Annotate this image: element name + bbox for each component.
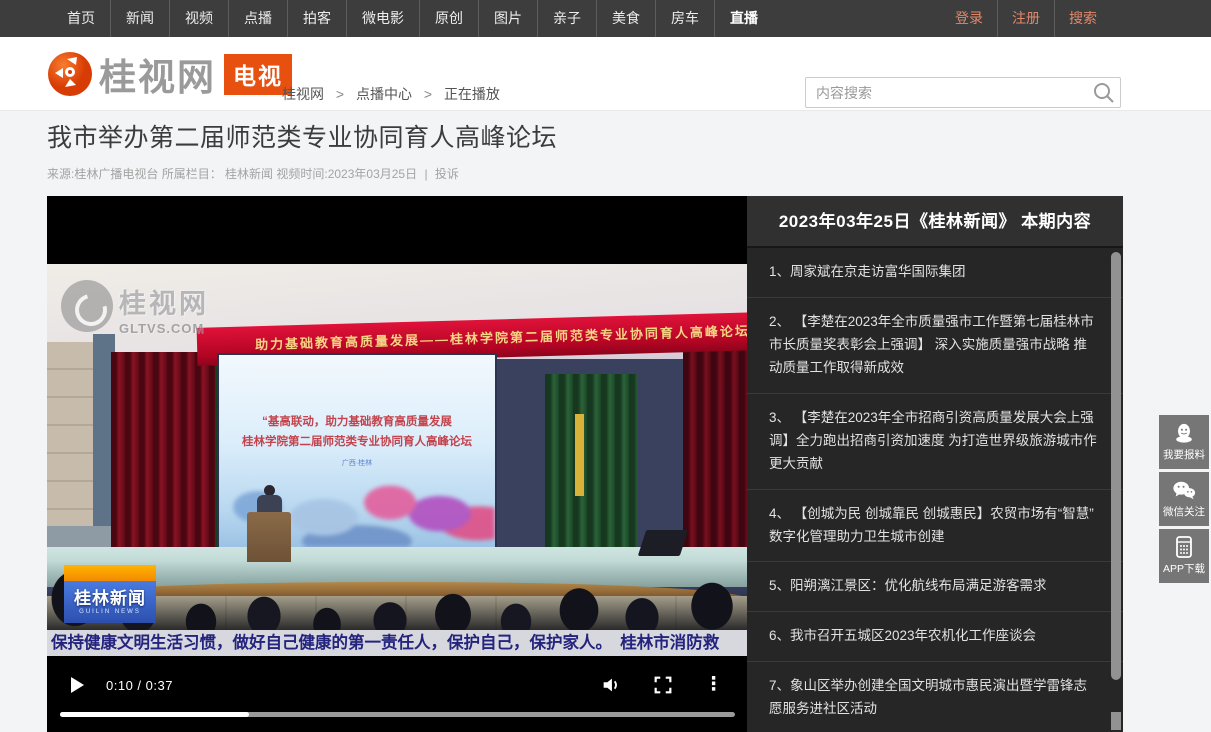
meta-column: 所属栏目： 桂林新闻 [162, 167, 273, 181]
search-icon[interactable] [1091, 80, 1117, 106]
progress-bar[interactable] [60, 712, 735, 717]
playlist-item[interactable]: 3、 【李楚在2023年全市招商引资高质量发展大会上强调】全力跑出招商引资加速度… [747, 394, 1123, 490]
breadcrumb-now-playing: 正在播放 [444, 86, 500, 102]
time-display: 0:10 / 0:37 [106, 678, 173, 693]
nav-account-link[interactable]: 注册 [997, 0, 1054, 37]
more-options-icon[interactable]: ⋮ [704, 674, 723, 696]
report-label: 我要报料 [1163, 447, 1205, 462]
nav-account-links: 登录注册搜索 [941, 0, 1111, 37]
nav-item[interactable]: 拍客 [287, 0, 346, 37]
news-logo-title: 桂林新闻 [64, 584, 156, 609]
playlist-item[interactable]: 4、 【创城为民 创城靠民 创城惠民】农贸市场有“智慧” 数字化管理助力卫生城市… [747, 490, 1123, 563]
nav-account-link[interactable]: 搜索 [1054, 0, 1111, 37]
playlist-item[interactable]: 2、 【李楚在2023年全市质量强市工作暨第七届桂林市市长质量奖表彰会上强调】 … [747, 298, 1123, 394]
playlist-item[interactable]: 7、象山区举办创建全国文明城市惠民演出暨学雷锋志愿服务进社区活动 [747, 662, 1123, 732]
nav-item[interactable]: 点播 [228, 0, 287, 37]
video-subtitle: 保持健康文明生活习惯，做好自己健康的第一责任人，保护自己，保护家人。 桂林市消防… [47, 630, 747, 656]
wechat-label: 微信关注 [1163, 504, 1205, 519]
video-player[interactable]: 助力基础教育高质量发展——桂林学院第二届师范类专业协同育人高峰论坛 “基高联动，… [47, 196, 747, 732]
site-logo[interactable]: 桂视网 电视 [47, 47, 292, 101]
nav-menu: 首页新闻视频点播拍客微电影原创图片亲子美食房车直播 [52, 0, 773, 37]
watermark-title: 桂视网 [119, 282, 209, 321]
nav-item[interactable]: 首页 [52, 0, 110, 37]
main-content: 助力基础教育高质量发展——桂林学院第二届师范类专业协同育人高峰论坛 “基高联动，… [47, 196, 1123, 732]
floating-toolbar: 我要报料 微信关注 APP下载 [1159, 415, 1209, 586]
search-input[interactable] [806, 85, 1091, 101]
nav-item[interactable]: 美食 [596, 0, 655, 37]
breadcrumb-home[interactable]: 桂视网 [282, 86, 324, 102]
nav-item[interactable]: 房车 [655, 0, 714, 37]
nav-account-link[interactable]: 登录 [941, 0, 997, 37]
breadcrumb-separator: > [424, 86, 432, 102]
fullscreen-icon[interactable] [652, 674, 674, 696]
screen-subtitle: 广西·桂林 [219, 458, 495, 468]
page-title: 我市举办第二届师范类专业协同育人高峰论坛 [47, 118, 1123, 154]
report-button[interactable]: 我要报料 [1159, 415, 1209, 469]
nav-item[interactable]: 亲子 [537, 0, 596, 37]
scrollbar-thumb-bottom[interactable] [1111, 712, 1121, 730]
nav-item[interactable]: 直播 [714, 0, 773, 37]
logo-icon [47, 51, 93, 97]
meta-time: 视频时间:2023年03月25日 [276, 167, 417, 181]
meta-source: 来源:桂林广播电视台 [47, 167, 158, 181]
scrollbar-thumb[interactable] [1111, 252, 1121, 680]
site-header: 桂视网 电视 桂视网 > 点播中心 > 正在播放 [0, 37, 1211, 111]
news-logo-subtitle: GUILIN NEWS [64, 609, 156, 615]
play-button[interactable] [71, 677, 84, 693]
meta-separator: | [424, 167, 427, 181]
playlist-item[interactable]: 1、周家斌在京走访富华国际集团 [747, 248, 1123, 298]
playlist: 1、周家斌在京走访富华国际集团2、 【李楚在2023年全市质量强市工作暨第七届桂… [747, 248, 1123, 732]
breadcrumb-vod-center[interactable]: 点播中心 [356, 86, 412, 102]
breadcrumb-separator: > [336, 86, 344, 102]
breadcrumb: 桂视网 > 点播中心 > 正在播放 [282, 84, 500, 104]
app-download-label: APP下载 [1163, 561, 1205, 576]
playlist-sidebar: 2023年03年25日《桂林新闻》 本期内容 1、周家斌在京走访富华国际集团2、… [747, 196, 1123, 732]
watermark-domain: GLTVS.COM [119, 321, 209, 336]
logo-text: 桂视网 [99, 47, 216, 101]
article-meta: 来源:桂林广播电视台 所属栏目： 桂林新闻 视频时间:2023年03月25日 |… [47, 165, 1123, 182]
news-logo-orange-bar [64, 565, 156, 581]
content-search [805, 77, 1121, 108]
qq-icon [1173, 422, 1195, 444]
station-watermark: 桂视网 GLTVS.COM [61, 280, 209, 336]
screen-title: “基高联动，助力基础教育高质量发展 桂林学院第二届师范类专业协同育人高峰论坛 [219, 413, 495, 452]
sidebar-scrollbar[interactable] [1111, 252, 1121, 730]
complaint-link[interactable]: 投诉 [435, 167, 459, 181]
volume-icon[interactable] [600, 674, 622, 696]
wechat-icon [1172, 479, 1196, 501]
nav-item[interactable]: 新闻 [110, 0, 169, 37]
phone-icon [1174, 536, 1194, 558]
news-program-logo: 桂林新闻 GUILIN NEWS [64, 565, 156, 623]
nav-item[interactable]: 视频 [169, 0, 228, 37]
stage-green-curtain-right [545, 374, 637, 570]
podium [247, 512, 291, 562]
playlist-item[interactable]: 5、阳朔漓江景区：优化航线布局满足游客需求 [747, 562, 1123, 612]
nav-item[interactable]: 微电影 [346, 0, 419, 37]
article-head: 我市举办第二届师范类专业协同育人高峰论坛 来源:桂林广播电视台 所属栏目： 桂林… [47, 118, 1123, 182]
nav-item[interactable]: 原创 [419, 0, 478, 37]
top-navigation: 首页新闻视频点播拍客微电影原创图片亲子美食房车直播 登录注册搜索 [0, 0, 1211, 37]
watermark-logo-icon [61, 280, 113, 332]
page: 首页新闻视频点播拍客微电影原创图片亲子美食房车直播 登录注册搜索 桂视网 电视 … [0, 0, 1211, 732]
stage-monitor-speaker [638, 530, 688, 556]
video-frame: 助力基础教育高质量发展——桂林学院第二届师范类专业协同育人高峰论坛 “基高联动，… [47, 264, 747, 630]
playlist-title: 2023年03年25日《桂林新闻》 本期内容 [747, 196, 1123, 248]
playlist-item[interactable]: 6、我市召开五城区2023年农机化工作座谈会 [747, 612, 1123, 662]
progress-fill [60, 712, 249, 717]
app-download-button[interactable]: APP下载 [1159, 529, 1209, 583]
video-controls-bar: 0:10 / 0:37 ⋮ [47, 656, 747, 732]
nav-item[interactable]: 图片 [478, 0, 537, 37]
wechat-follow-button[interactable]: 微信关注 [1159, 472, 1209, 526]
stage-yellow-strip [575, 414, 584, 496]
